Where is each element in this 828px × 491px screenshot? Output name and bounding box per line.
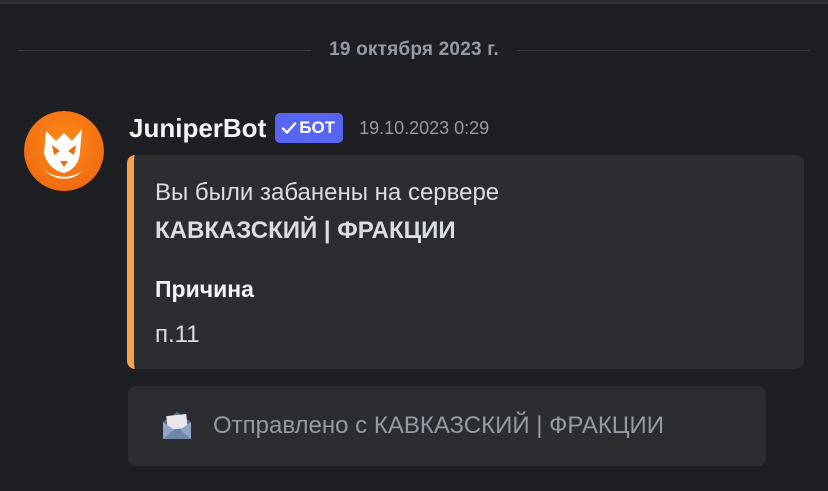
ban-embed: Вы были забанены на сервере КАВКАЗСКИЙ |… [127,155,804,369]
date-divider: 19 октября 2023 г. [18,36,811,64]
top-edge [0,0,828,4]
bot-tag-label: БОТ [299,118,336,137]
sent-from-button[interactable]: Отправлено с КАВКАЗСКИЙ | ФРАКЦИИ [128,386,766,466]
bot-tag: БОТ [275,113,344,143]
sent-from-text: Отправлено с КАВКАЗСКИЙ | ФРАКЦИИ [213,412,665,439]
embed-description: Вы были забанены на сервере [155,179,500,206]
username[interactable]: JuniperBot [129,113,266,144]
avatar[interactable] [24,111,104,191]
divider-date: 19 октября 2023 г. [329,39,499,60]
message-header: JuniperBot БОТ 19.10.2023 0:29 [129,110,489,146]
embed-field-value: п.11 [155,321,200,348]
message-timestamp[interactable]: 19.10.2023 0:29 [359,118,489,139]
check-icon [282,122,297,134]
fox-icon [24,111,104,191]
divider-line [516,49,811,51]
embed-field-name: Причина [155,276,254,302]
divider-line [18,49,312,51]
mail-icon [163,412,191,439]
embed-server-name: КАВКАЗСКИЙ | ФРАКЦИИ [155,217,456,244]
